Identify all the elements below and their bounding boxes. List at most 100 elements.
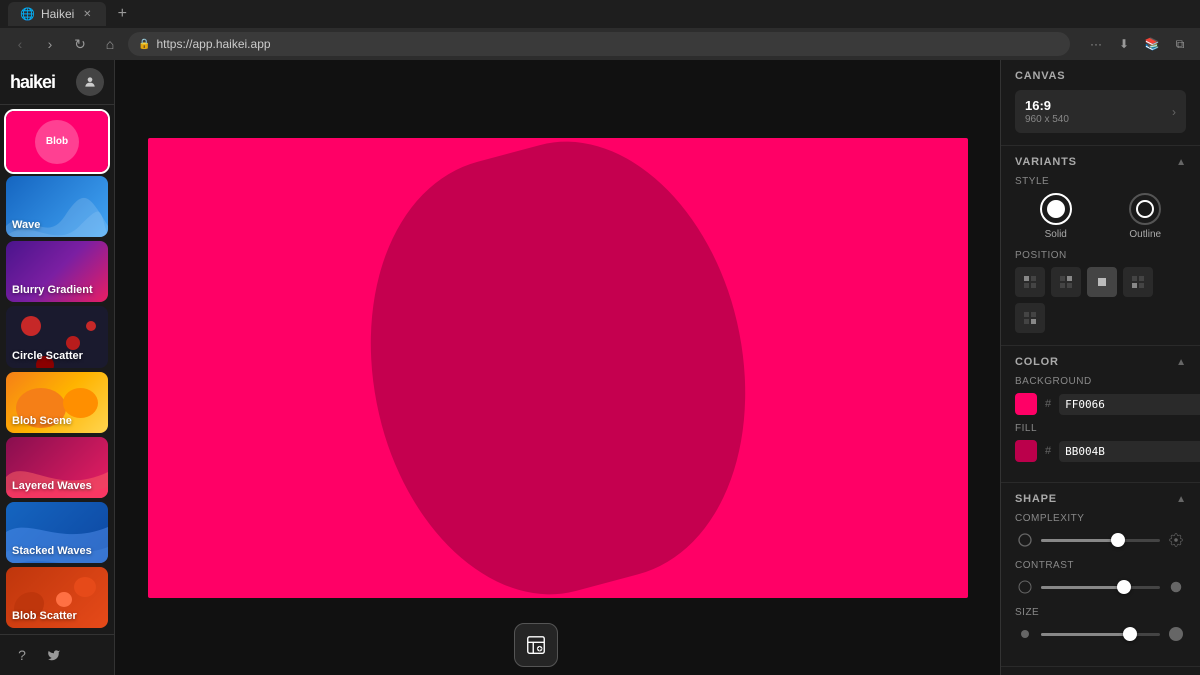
refresh-button[interactable]: ↻ xyxy=(68,32,92,56)
fill-hash: # xyxy=(1045,445,1051,457)
canvas-ratio-section: 16:9 960 x 540 › xyxy=(1001,90,1200,145)
bookmarks-button[interactable]: 📚 xyxy=(1140,32,1164,56)
canvas-area xyxy=(148,138,968,598)
sidebar-header: haikei xyxy=(0,60,114,105)
solid-icon xyxy=(1047,200,1065,218)
circle-scatter-label: Circle Scatter xyxy=(12,350,102,362)
sidebar: haikei Blob xyxy=(0,60,115,675)
outline-label: Outline xyxy=(1129,229,1161,240)
wave-label: Wave xyxy=(12,219,102,231)
outline-style-circle xyxy=(1129,193,1161,225)
back-button[interactable]: ‹ xyxy=(8,32,32,56)
layered-waves-label: Layered Waves xyxy=(12,480,102,492)
contrast-slider-row xyxy=(1015,577,1186,597)
background-color-swatch[interactable] xyxy=(1015,393,1037,415)
canvas-tool-button[interactable] xyxy=(514,623,558,667)
size-slider[interactable] xyxy=(1041,624,1160,644)
canvas-ratio-text: 16:9 xyxy=(1025,98,1069,113)
shape-section-header[interactable]: SHAPE ▲ xyxy=(1001,483,1200,513)
new-tab-button[interactable]: + xyxy=(110,2,134,26)
color-content: Background # 👁 Fill # xyxy=(1001,376,1200,482)
download-section-header: DOWNLOAD xyxy=(1001,667,1200,675)
fill-color-input[interactable] xyxy=(1059,441,1200,462)
right-panel: CANVAS 16:9 960 x 540 › VARIANTS ▲ Style xyxy=(1000,60,1200,675)
shape-panel-section: SHAPE ▲ Complexity xyxy=(1001,483,1200,667)
browser-actions: ··· ⬇ 📚 ⧉ xyxy=(1084,32,1192,56)
home-button[interactable]: ⌂ xyxy=(98,32,122,56)
canvas-ratio-selector[interactable]: 16:9 960 x 540 › xyxy=(1015,90,1186,133)
main-canvas xyxy=(115,60,1000,675)
complexity-label: Complexity xyxy=(1015,513,1186,524)
color-section-header[interactable]: COLOR ▲ xyxy=(1001,346,1200,376)
twitter-button[interactable] xyxy=(42,643,66,667)
sidebar-item-layered-waves[interactable]: Layered Waves xyxy=(6,437,108,498)
sidebar-items: Blob Wave Blurry Gradient xyxy=(0,105,114,634)
shape-chevron-icon: ▲ xyxy=(1176,494,1186,505)
contrast-slider[interactable] xyxy=(1041,577,1160,597)
size-label: Size xyxy=(1015,607,1186,618)
download-browser-button[interactable]: ⬇ xyxy=(1112,32,1136,56)
contrast-max-icon xyxy=(1166,577,1186,597)
position-grid xyxy=(1015,267,1186,333)
complexity-slider[interactable] xyxy=(1041,530,1160,550)
url-bar[interactable]: 🔒 https://app.haikei.app xyxy=(128,32,1070,56)
stacked-waves-label: Stacked Waves xyxy=(12,545,102,557)
complexity-min-icon xyxy=(1015,530,1035,550)
variants-section-header[interactable]: VARIANTS ▲ xyxy=(1001,146,1200,176)
position-top-left[interactable] xyxy=(1015,267,1045,297)
blob-scene-label: Blob Scene xyxy=(12,415,102,427)
sidebar-item-blurry-gradient[interactable]: Blurry Gradient xyxy=(6,241,108,302)
complexity-slider-row xyxy=(1015,530,1186,550)
color-panel-section: COLOR ▲ Background # 👁 Fill # xyxy=(1001,346,1200,483)
url-text: https://app.haikei.app xyxy=(156,37,270,51)
solid-style-option[interactable]: Solid xyxy=(1015,193,1097,240)
variants-content: Style Solid Outline Posi xyxy=(1001,176,1200,345)
background-hash: # xyxy=(1045,398,1051,410)
sidebar-item-blob[interactable]: Blob xyxy=(6,111,108,172)
fill-color-swatch[interactable] xyxy=(1015,440,1037,462)
profile-button[interactable] xyxy=(76,68,104,96)
canvas-section-title: CANVAS xyxy=(1015,70,1065,82)
sidebar-item-wave[interactable]: Wave xyxy=(6,176,108,237)
position-center[interactable] xyxy=(1087,267,1117,297)
variants-panel-section: VARIANTS ▲ Style Solid xyxy=(1001,146,1200,346)
address-bar: ‹ › ↻ ⌂ 🔒 https://app.haikei.app ··· ⬇ 📚… xyxy=(0,28,1200,60)
complexity-settings-icon[interactable] xyxy=(1166,530,1186,550)
position-bottom-right[interactable] xyxy=(1015,303,1045,333)
background-color-input[interactable] xyxy=(1059,394,1200,415)
style-label: Style xyxy=(1015,176,1186,187)
position-label: Position xyxy=(1015,250,1186,261)
sidebar-footer: ? xyxy=(0,634,114,675)
position-top-right[interactable] xyxy=(1051,267,1081,297)
forward-button[interactable]: › xyxy=(38,32,62,56)
sidebar-item-circle-scatter[interactable]: Circle Scatter xyxy=(6,306,108,367)
lock-icon: 🔒 xyxy=(138,39,150,50)
help-button[interactable]: ? xyxy=(10,643,34,667)
outline-style-option[interactable]: Outline xyxy=(1105,193,1187,240)
tab-title: Haikei xyxy=(41,7,74,21)
contrast-min-icon xyxy=(1015,577,1035,597)
canvas-dimensions: 960 x 540 xyxy=(1025,114,1069,125)
color-section-title: COLOR xyxy=(1015,356,1059,368)
app-logo: haikei xyxy=(10,72,55,93)
solid-style-circle xyxy=(1040,193,1072,225)
canvas-arrow-icon: › xyxy=(1172,105,1176,119)
extensions-button[interactable]: ⧉ xyxy=(1168,32,1192,56)
app-layout: haikei Blob xyxy=(0,60,1200,675)
more-button[interactable]: ··· xyxy=(1084,32,1108,56)
active-tab[interactable]: 🌐 Haikei ✕ xyxy=(8,2,106,26)
variants-section-title: VARIANTS xyxy=(1015,156,1077,168)
sidebar-item-blob-scatter[interactable]: Blob Scatter xyxy=(6,567,108,628)
outline-icon xyxy=(1136,200,1154,218)
fill-label: Fill xyxy=(1015,423,1186,434)
blob-scatter-label: Blob Scatter xyxy=(12,610,102,622)
sidebar-item-blob-scene[interactable]: Blob Scene xyxy=(6,372,108,433)
tab-close-button[interactable]: ✕ xyxy=(80,7,94,21)
color-chevron-icon: ▲ xyxy=(1176,357,1186,368)
background-color-row: # 👁 xyxy=(1015,393,1186,415)
position-bottom-left[interactable] xyxy=(1123,267,1153,297)
shape-section-title: SHAPE xyxy=(1015,493,1057,505)
tab-bar: 🌐 Haikei ✕ + xyxy=(0,0,1200,28)
size-slider-row xyxy=(1015,624,1186,644)
sidebar-item-stacked-waves[interactable]: Stacked Waves xyxy=(6,502,108,563)
